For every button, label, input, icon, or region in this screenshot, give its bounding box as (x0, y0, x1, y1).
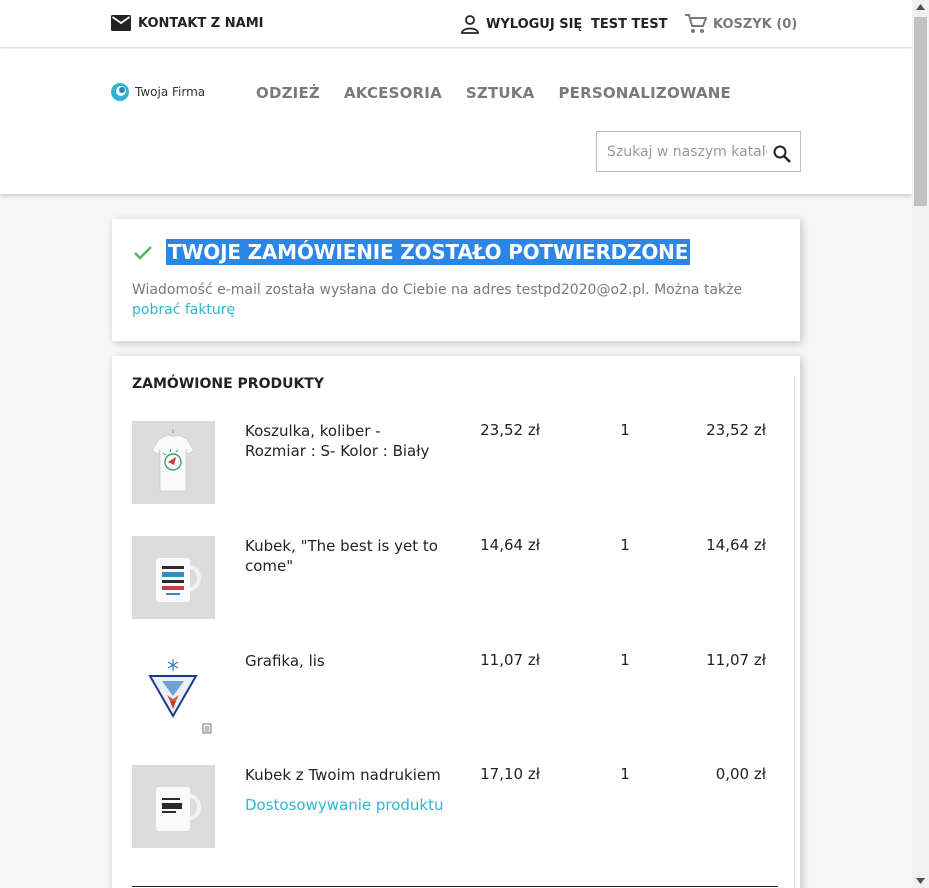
main-nav: ODZIEŻ AKCESORIA SZTUKA PERSONALIZOWANE (256, 84, 755, 102)
mail-icon (111, 15, 131, 31)
line-total: 11,07 zł (706, 651, 766, 669)
contact-label: KONTAKT Z NAMI (138, 15, 264, 31)
cart-link[interactable]: KOSZYK (0) (685, 14, 797, 34)
page-scrollbar[interactable] (912, 0, 929, 888)
quantity: 1 (620, 765, 630, 783)
nav-item-accessories[interactable]: AKCESORIA (344, 84, 442, 102)
top-bar: KONTAKT Z NAMI WYLOGUJ SIĘ TEST TEST KOS… (0, 0, 912, 48)
scrollbar-thumb[interactable] (914, 17, 927, 206)
nav-item-customized[interactable]: PERSONALIZOWANE (558, 84, 731, 102)
logo-swirl-icon (111, 83, 129, 101)
product-name: Grafika, lis (245, 652, 325, 670)
search-box (596, 131, 801, 172)
logout-link[interactable]: WYLOGUJ SIĘ (460, 14, 582, 34)
contact-link[interactable]: KONTAKT Z NAMI (111, 15, 263, 31)
mug-custom-icon (132, 765, 215, 848)
quantity: 1 (620, 421, 630, 439)
account-name-link[interactable]: TEST TEST (591, 17, 667, 32)
line-total: 14,64 zł (706, 536, 766, 554)
unit-price: 17,10 zł (480, 765, 540, 783)
quantity: 1 (620, 651, 630, 669)
cart-icon (685, 14, 707, 33)
line-total: 0,00 zł (715, 765, 766, 783)
product-name: Koszulka, koliber - Rozmiar : S- Kolor :… (245, 422, 430, 460)
cart-label: KOSZYK (0) (713, 16, 798, 32)
product-name: Kubek, "The best is yet to come" (245, 537, 438, 575)
product-name-text: Kubek z Twoim nadrukiem (245, 766, 441, 784)
search-icon[interactable] (772, 144, 792, 164)
order-confirmation-card: TWOJE ZAMÓWIENIE ZOSTAŁO POTWIERDZONE Wi… (112, 219, 800, 341)
nav-item-clothes[interactable]: ODZIEŻ (256, 84, 320, 102)
tshirt-hummingbird-icon (132, 421, 215, 504)
scroll-up-arrow-icon[interactable] (916, 4, 925, 10)
nav-item-art[interactable]: SZTUKA (466, 84, 535, 102)
download-invoice-link[interactable]: pobrać fakturę (132, 302, 235, 318)
confirmation-text: Wiadomość e-mail została wysłana do Cieb… (132, 282, 743, 298)
line-total: 23,52 zł (706, 421, 766, 439)
ordered-products-card: ZAMÓWIONE PRODUKTY Koszulka, koliber - R… (112, 356, 800, 888)
order-line: Kubek z Twoim nadrukiem Dostosowywanie p… (132, 765, 772, 849)
order-line: Koszulka, koliber - Rozmiar : S- Kolor :… (132, 421, 772, 505)
unit-price: 23,52 zł (480, 421, 540, 439)
product-name: Kubek z Twoim nadrukiem Dostosowywanie p… (245, 765, 445, 815)
unit-price: 11,07 zł (480, 651, 540, 669)
logout-label: WYLOGUJ SIĘ (486, 16, 583, 32)
user-icon (461, 15, 479, 34)
logo-text: Twoja Firma (135, 85, 206, 99)
unit-price: 14,64 zł (480, 536, 540, 554)
confirmation-message: Wiadomość e-mail została wysłana do Cieb… (132, 280, 782, 320)
quantity: 1 (620, 536, 630, 554)
header (0, 49, 912, 194)
scroll-down-arrow-icon[interactable] (916, 878, 925, 884)
order-line: Kubek, "The best is yet to come" 14,64 z… (132, 536, 772, 620)
product-customization-link[interactable]: Dostosowywanie produktu (245, 795, 445, 815)
confirmation-title: TWOJE ZAMÓWIENIE ZOSTAŁO POTWIERDZONE (166, 239, 691, 265)
fox-graphic-icon (132, 651, 215, 734)
totals-divider (132, 886, 778, 887)
search-input[interactable] (597, 132, 767, 171)
check-icon (134, 246, 152, 260)
order-line: Grafika, lis 11,07 zł 1 11,07 zł (132, 651, 772, 735)
divider (794, 376, 795, 888)
logo[interactable]: Twoja Firma (110, 82, 205, 102)
ordered-products-title: ZAMÓWIONE PRODUKTY (132, 376, 324, 392)
mug-best-icon (132, 536, 215, 619)
